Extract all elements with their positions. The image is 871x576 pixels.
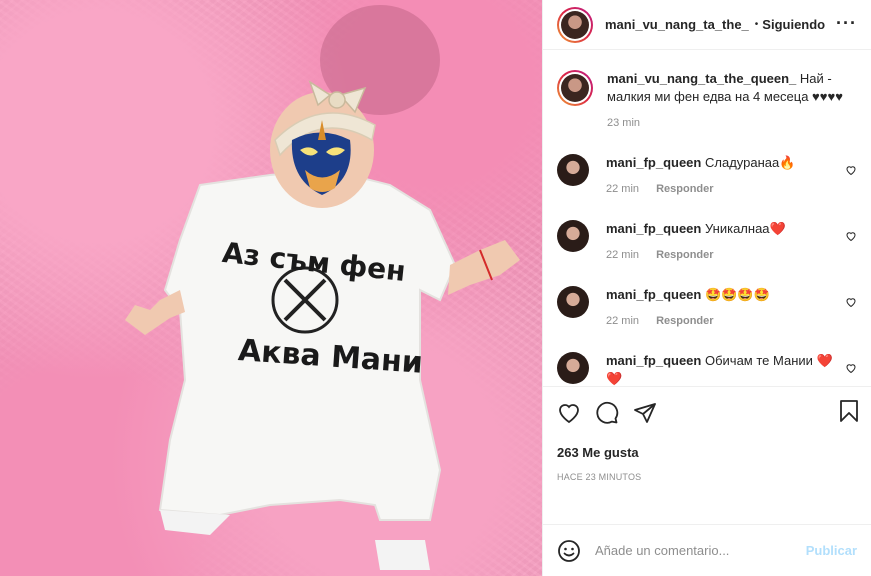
commenter-avatar[interactable]: [557, 352, 589, 384]
post-photo[interactable]: Аз съм фен Аква Мани: [0, 0, 542, 576]
following-button[interactable]: Siguiendo: [762, 17, 825, 32]
save-bookmark-icon[interactable]: [837, 399, 861, 423]
caption-username[interactable]: mani_vu_nang_ta_the_queen_: [607, 71, 796, 86]
comment-input[interactable]: [595, 543, 806, 558]
more-options-icon[interactable]: ···: [836, 13, 857, 34]
publish-button[interactable]: Publicar: [806, 543, 857, 558]
post-header: mani_vu_nang_ta_the_ • Siguiendo ···: [543, 0, 871, 50]
separator-dot: •: [754, 19, 759, 30]
likes-count[interactable]: 263 Me gusta: [557, 445, 857, 460]
comment-time[interactable]: 22 min: [606, 315, 639, 327]
author-username[interactable]: mani_vu_nang_ta_the_: [605, 17, 749, 32]
baby-illustration: Аз съм фен Аква Мани: [125, 5, 520, 570]
commenter-avatar[interactable]: [557, 286, 589, 318]
reply-button[interactable]: Responder: [656, 315, 713, 327]
comment-item: mani_fp_queen Обичам те Мании ❤️❤️: [557, 352, 857, 386]
post-timestamp: HACE 23 MINUTOS: [557, 472, 642, 482]
caption-avatar[interactable]: [557, 70, 593, 106]
comment-username[interactable]: mani_fp_queen: [606, 155, 701, 170]
comment-bubble-icon[interactable]: [595, 401, 619, 425]
like-comment-heart-icon[interactable]: [845, 362, 857, 374]
comment-text: Сладуранаа🔥: [704, 155, 796, 170]
like-comment-heart-icon[interactable]: [845, 230, 857, 242]
like-heart-icon[interactable]: [557, 401, 581, 425]
reply-button[interactable]: Responder: [656, 183, 713, 195]
comments-list[interactable]: mani_vu_nang_ta_the_queen_ Най - малкия …: [543, 50, 871, 386]
share-send-icon[interactable]: [633, 401, 657, 425]
post-modal: Аз съм фен Аква Мани mani_vu_nang_ta_the…: [0, 0, 871, 576]
like-comment-heart-icon[interactable]: [845, 296, 857, 308]
post-actions: 263 Me gusta HACE 23 MINUTOS: [543, 386, 871, 524]
comment-text: Уникалнаа❤️: [704, 221, 786, 236]
emoji-smiley-icon[interactable]: [557, 539, 581, 563]
commenter-avatar[interactable]: [557, 220, 589, 252]
reply-button[interactable]: Responder: [656, 249, 713, 261]
add-comment-bar: Publicar: [543, 524, 871, 576]
comment-text: 🤩🤩🤩🤩: [704, 287, 770, 302]
caption-time[interactable]: 23 min: [607, 117, 640, 129]
comment-time[interactable]: 22 min: [606, 249, 639, 261]
commenter-avatar[interactable]: [557, 154, 589, 186]
comment-username[interactable]: mani_fp_queen: [606, 353, 701, 368]
like-comment-heart-icon[interactable]: [845, 164, 857, 176]
comment-username[interactable]: mani_fp_queen: [606, 221, 701, 236]
comment-item: mani_fp_queen Сладуранаа🔥 22 min Respond…: [557, 154, 857, 198]
comment-time[interactable]: 22 min: [606, 183, 639, 195]
comment-username[interactable]: mani_fp_queen: [606, 287, 701, 302]
post-side-panel: mani_vu_nang_ta_the_ • Siguiendo ··· man…: [542, 0, 871, 576]
comment-item: mani_fp_queen Уникалнаа❤️ 22 min Respond…: [557, 220, 857, 264]
comment-item: mani_fp_queen 🤩🤩🤩🤩 22 min Responder: [557, 286, 857, 330]
author-avatar[interactable]: [557, 6, 593, 43]
post-caption: mani_vu_nang_ta_the_queen_ Най - малкия …: [557, 70, 857, 132]
